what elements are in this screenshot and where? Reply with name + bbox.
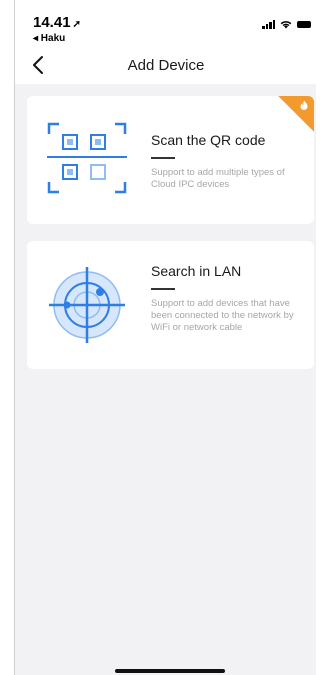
page-title: Add Device <box>127 57 205 74</box>
navigation-bar: Add Device <box>15 48 316 84</box>
scan-qr-card[interactable]: Scan the QR code Support to add multiple… <box>27 96 314 224</box>
time-text: 14.41 <box>33 14 71 31</box>
home-indicator <box>115 669 225 673</box>
back-to-app-link[interactable]: ◂ Haku <box>33 33 65 44</box>
status-bar: 14.41 ➚ ◂ Haku <box>15 0 316 46</box>
location-arrow-icon: ➚ <box>72 19 81 30</box>
status-time: 14.41 ➚ <box>33 14 81 31</box>
header-area: 14.41 ➚ ◂ Haku Add Device <box>15 0 316 84</box>
scan-qr-text: Scan the QR code Support to add multiple… <box>151 132 306 191</box>
search-lan-description: Support to add devices that have been co… <box>151 297 294 333</box>
search-lan-title: Search in LAN <box>151 263 242 279</box>
qr-scan-icon <box>47 122 127 194</box>
app-screen: 14.41 ➚ ◂ Haku Add Device Scan the QR co… <box>14 0 316 675</box>
search-lan-card[interactable]: Search in LAN Support to add devices tha… <box>27 241 314 369</box>
hot-badge <box>278 96 314 132</box>
flame-icon <box>300 100 308 110</box>
radar-search-icon <box>49 267 125 343</box>
title-divider <box>151 157 175 159</box>
battery-icon <box>297 21 311 28</box>
search-lan-text: Search in LAN Support to add devices tha… <box>151 263 306 334</box>
wifi-icon <box>280 21 292 29</box>
scan-qr-description: Support to add multiple types of Cloud I… <box>151 166 285 190</box>
scan-qr-title: Scan the QR code <box>151 132 266 148</box>
status-icons <box>262 20 311 29</box>
title-divider <box>151 288 175 290</box>
signal-icon <box>262 20 275 29</box>
